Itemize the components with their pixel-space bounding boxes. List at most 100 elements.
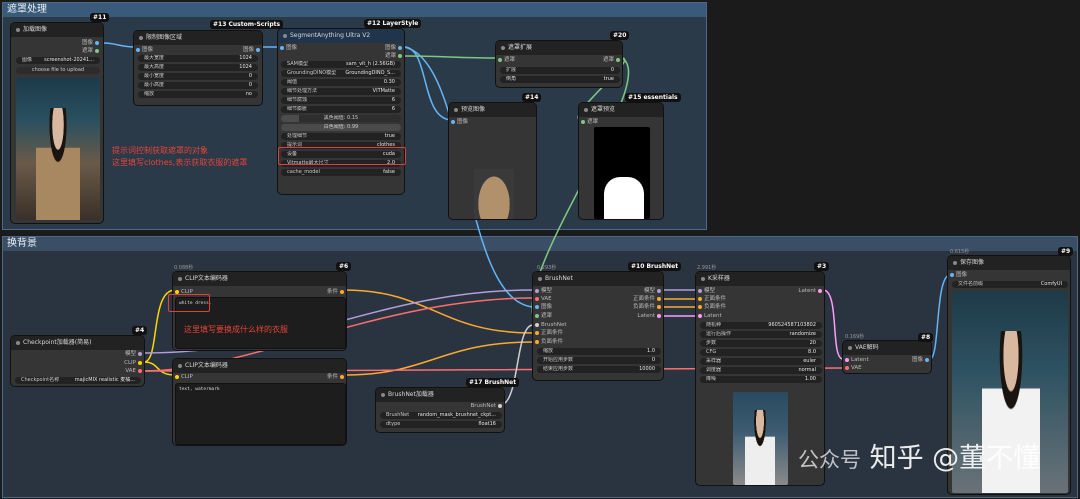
brushnet-in-positive[interactable]: 正面条件 — [533, 330, 563, 337]
choose-file-button[interactable]: choose file to upload — [16, 67, 100, 74]
limit-widget-min-height[interactable]: 最小高度 0 — [138, 82, 258, 89]
clip-neg-out[interactable]: 条件 — [327, 374, 346, 381]
limit-in-image[interactable]: 图像 — [134, 47, 153, 54]
brushnet-loader-dtype[interactable]: dtype float16 — [380, 421, 502, 428]
brushnet-in-vae[interactable]: VAE — [533, 296, 552, 303]
node-mask-preview[interactable]: 遮罩预览 遮罩 — [578, 102, 664, 220]
portrait-figure — [36, 108, 80, 220]
node-vae-decode[interactable]: VAE解码 Latent VAE 图像 — [842, 340, 932, 374]
ksampler-cfg[interactable]: CFG 8.0 — [700, 349, 822, 356]
load-image-out-image[interactable]: 图像 — [82, 40, 101, 47]
ksampler-after-generate[interactable]: 运行后操作 randomize — [700, 331, 822, 338]
segment-out-image[interactable]: 图像 — [385, 45, 404, 52]
ksampler-scheduler[interactable]: 调度器 normal — [700, 367, 822, 374]
mask-white-area — [604, 177, 644, 219]
ksampler-sampler[interactable]: 采样器 euler — [700, 358, 822, 365]
mask-preview-in[interactable]: 遮罩 — [579, 119, 598, 126]
load-image-out-mask[interactable]: 遮罩 — [82, 48, 101, 55]
checkpoint-out-model[interactable]: 模型 — [125, 351, 144, 358]
link-ckpt-clip-neg — [143, 361, 176, 376]
segment-widget-dino[interactable]: GroundingDINO模型 GroundingDINO_S... — [281, 70, 401, 77]
segment-widget-sam[interactable]: SAM模型 sam_vit_h (2.56GB) — [281, 61, 401, 68]
vae-in-vae[interactable]: VAE — [843, 365, 862, 372]
ksampler-in-negative[interactable]: 负面条件 — [696, 304, 726, 311]
mask-expand-tapered[interactable]: 倒角 true — [500, 76, 620, 83]
segment-title: SegmentAnything Ultra V2 — [278, 29, 404, 43]
brushnet-out-positive[interactable]: 正面条件 — [633, 296, 663, 303]
brushnet-in-brushnet[interactable]: BrushNet — [533, 322, 567, 329]
segment-widget-erode[interactable]: 细节腐蚀 6 — [281, 97, 401, 104]
ksampler-in-positive[interactable]: 正面条件 — [696, 296, 726, 303]
brushnet-in-image[interactable]: 图像 — [533, 304, 552, 311]
watermark-prefix: 公众号 — [798, 448, 861, 472]
link-load-to-limit — [102, 42, 136, 48]
badge-13: #13 Custom-Scripts — [210, 20, 284, 29]
node-clip-negative[interactable]: CLIP文本编码器 CLIP 条件 text, watermark — [172, 358, 347, 446]
ksampler-steps[interactable]: 步数 20 — [700, 340, 822, 347]
brushnet-out-latent[interactable]: Latent — [637, 313, 663, 320]
brushnet-out-model[interactable]: 模型 — [644, 288, 663, 295]
watermark-text: 知乎 @董不懂 — [869, 443, 1041, 474]
mask-preview-title: 遮罩预览 — [579, 103, 663, 117]
segment-in-image[interactable]: 图像 — [278, 45, 297, 52]
preview-title: 预览图像 — [449, 103, 536, 117]
link-ks-to-vae — [822, 289, 844, 360]
link-seg-to-preview — [403, 46, 453, 121]
brushnet-widget-end[interactable]: 结束应用步数 10000 — [537, 366, 661, 373]
ksampler-denoise[interactable]: 降噪 1.00 — [700, 376, 822, 383]
brushnet-loader-model[interactable]: BrushNet random_mask_brushnet_ckpt... — [380, 412, 502, 419]
segment-out-mask[interactable]: 遮罩 — [385, 53, 404, 60]
segment-slider-black[interactable]: 黑色阈值: 0.15 — [281, 115, 401, 122]
node-brushnet-loader[interactable]: BrushNet加载器 BrushNet BrushNet random_mask… — [375, 387, 505, 433]
checkpoint-select[interactable]: Checkpoint名称 majicMIX realistic 麦橘... — [15, 377, 141, 384]
vae-in-latent[interactable]: Latent — [843, 357, 869, 364]
ksampler-in-model[interactable]: 模型 — [696, 288, 715, 295]
segment-widget-threshold[interactable]: 阈值 0.30 — [281, 79, 401, 86]
brushnet-loader-out[interactable]: BrushNet — [470, 403, 504, 410]
node-brushnet[interactable]: BrushNet 模型 VAE 图像 遮罩 BrushNet 正面条件 负面条件… — [532, 271, 664, 381]
brushnet-in-model[interactable]: 模型 — [533, 288, 552, 295]
limit-out-image[interactable]: 图像 — [243, 47, 262, 54]
ksampler-out-latent[interactable]: Latent — [798, 288, 824, 295]
limit-widget-max-width[interactable]: 最大宽度 1024 — [138, 55, 258, 62]
node-limit-image[interactable]: 限制图像区域 图像 图像 最大宽度 1024 最大高度 1024 最小宽度 0 最小高… — [133, 30, 263, 106]
preview-in-image[interactable]: 图像 — [449, 119, 468, 126]
checkpoint-out-vae[interactable]: VAE — [125, 368, 144, 375]
brushnet-out-negative[interactable]: 负面条件 — [633, 304, 663, 311]
checkpoint-out-clip[interactable]: CLIP — [124, 360, 144, 367]
save-filename-prefix[interactable]: 文件名前缀 ComfyUI — [952, 281, 1068, 288]
segment-widget-detail-method[interactable]: 细节处理方法 VITMatte — [281, 88, 401, 95]
brushnet-widget-start[interactable]: 开始应用步数 0 — [537, 357, 661, 364]
clip-pos-timing: 0.088秒 — [174, 265, 194, 271]
clip-pos-title: CLIP文本编码器 — [173, 272, 346, 286]
limit-widget-max-height[interactable]: 最大高度 1024 — [138, 64, 258, 71]
brushnet-in-mask[interactable]: 遮罩 — [533, 313, 552, 320]
checkpoint-title: Checkpoint加载器(简易) — [11, 336, 144, 350]
mask-expand-amount[interactable]: 扩展 0 — [500, 67, 620, 74]
clip-neg-text[interactable]: text, watermark — [175, 383, 346, 445]
segment-widget-cache[interactable]: cache_model false — [281, 169, 401, 176]
node-load-image[interactable]: 加载图像 图像 遮罩 图像 screenshot-20241... choose … — [10, 22, 104, 224]
mask-expand-in[interactable]: 遮罩 — [496, 57, 515, 64]
save-timing: 0.615秒 — [950, 249, 970, 255]
node-mask-expand[interactable]: 遮罩扩展 遮罩 遮罩 扩展 0 倒角 true — [495, 40, 623, 88]
limit-widget-scale[interactable]: 缩放 no — [138, 91, 258, 98]
node-segment-anything[interactable]: SegmentAnything Ultra V2 图像 图像 遮罩 SAM模型 s… — [277, 28, 405, 195]
brushnet-in-negative[interactable]: 负面条件 — [533, 339, 563, 346]
save-in-image[interactable]: 图像 — [948, 272, 967, 279]
ksampler-seed[interactable]: 随机种 960524587103802 — [700, 322, 822, 329]
ksampler-in-latent[interactable]: Latent — [696, 313, 722, 320]
mask-expand-out[interactable]: 遮罩 — [603, 57, 622, 64]
clip-neg-in[interactable]: CLIP — [173, 374, 193, 381]
node-preview-image[interactable]: 预览图像 图像 — [448, 102, 537, 220]
load-image-file-select[interactable]: 图像 screenshot-20241... — [16, 57, 100, 64]
clip-pos-out[interactable]: 条件 — [327, 289, 346, 296]
segment-slider-white[interactable]: 白色阈值: 0.99 — [281, 124, 401, 131]
segment-widget-dilate[interactable]: 细节膨胀 6 — [281, 106, 401, 113]
badge-4: #4 — [132, 326, 148, 335]
limit-widget-min-width[interactable]: 最小宽度 0 — [138, 73, 258, 80]
brushnet-widget-scale[interactable]: 缩放 1.0 — [537, 348, 661, 355]
vae-out-image[interactable]: 图像 — [912, 357, 931, 364]
node-checkpoint-loader[interactable]: Checkpoint加载器(简易) 模型 CLIP VAE Checkpoint… — [10, 335, 145, 387]
segment-toggle-detail[interactable]: 处理细节 true — [281, 133, 401, 140]
